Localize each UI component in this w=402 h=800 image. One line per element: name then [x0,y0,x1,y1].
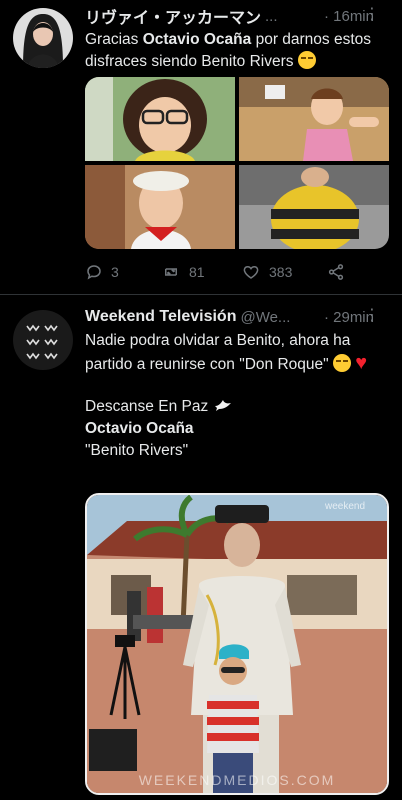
share-icon [328,264,344,280]
tweet-line-2: Descanse En Paz [85,396,390,418]
author-name[interactable]: リヴァイ・アッカーマン [85,4,261,28]
reply-button[interactable]: 3 [85,263,161,281]
tweet-line-4: "Benito Rivers" [85,440,390,462]
tweet-2[interactable]: Weekend Televisión @We... · 29min ⋮ Nadi… [0,295,402,800]
dove-icon [214,400,231,411]
tweet-1[interactable]: リヴァイ・アッカーマン ... · 16min ⋮ Gracias Octavi… [0,0,402,294]
more-icon[interactable]: ⋮ [364,7,380,23]
character-name: "Benito Rivers" [85,442,189,459]
retweet-button[interactable]: 81 [161,263,241,281]
author-handle[interactable]: ... [265,8,278,25]
photo-1[interactable] [85,77,235,161]
avatar[interactable] [13,8,73,68]
name-bold: Octavio Ocaña [85,420,194,437]
like-count: 383 [269,264,293,280]
tweet-line-1: Nadie podra olvidar a Benito, ahora ha p… [85,330,390,376]
tweet-header: Weekend Televisión @We... · 29min ⋮ [85,306,392,328]
photo-logo: weekend [324,501,365,512]
tweet-text: Gracias Octavio Ocaña por darnos estos d… [85,29,390,73]
share-button[interactable] [327,263,345,281]
avatar[interactable] [13,310,73,370]
tweet-text: Nadie podra olvidar a Benito, ahora ha p… [85,330,390,462]
retweet-count: 81 [189,264,205,280]
mention-name: Octavio Ocaña [142,31,252,48]
tweet-photo[interactable]: weekend WEEKENDMEDIOS.COM [85,493,389,795]
photo-3[interactable] [85,165,235,249]
photo-grid[interactable] [85,77,389,249]
rolling-eyes-emoji-icon [332,354,351,372]
tweet-header: リヴァイ・アッカーマン ... · 16min ⋮ [85,4,392,28]
timestamp[interactable]: · 29min [324,309,392,326]
watermark: WEEKENDMEDIOS.COM [139,772,336,788]
author-handle[interactable]: @We... [240,309,290,326]
more-icon[interactable]: ⋮ [364,308,380,324]
reply-icon [87,265,101,280]
photo-2[interactable] [239,77,389,161]
like-button[interactable]: 383 [241,263,327,281]
tweet-line-1-text: Nadie podra olvidar a Benito, ahora ha p… [85,332,351,373]
like-icon [243,265,259,279]
rolling-eyes-emoji-icon [297,51,316,69]
action-bar: 3 81 383 [85,262,388,282]
rip-text: Descanse En Paz [85,398,209,415]
author-name[interactable]: Weekend Televisión [85,308,236,326]
timestamp[interactable]: · 16min [324,8,392,25]
tweet-line-3: Octavio Ocaña [85,418,390,440]
reply-count: 3 [111,264,119,280]
red-heart-icon: ♥ [355,352,368,374]
tweet-text-start: Gracias [85,31,143,48]
retweet-icon [165,268,177,276]
photo-4[interactable] [239,165,389,249]
